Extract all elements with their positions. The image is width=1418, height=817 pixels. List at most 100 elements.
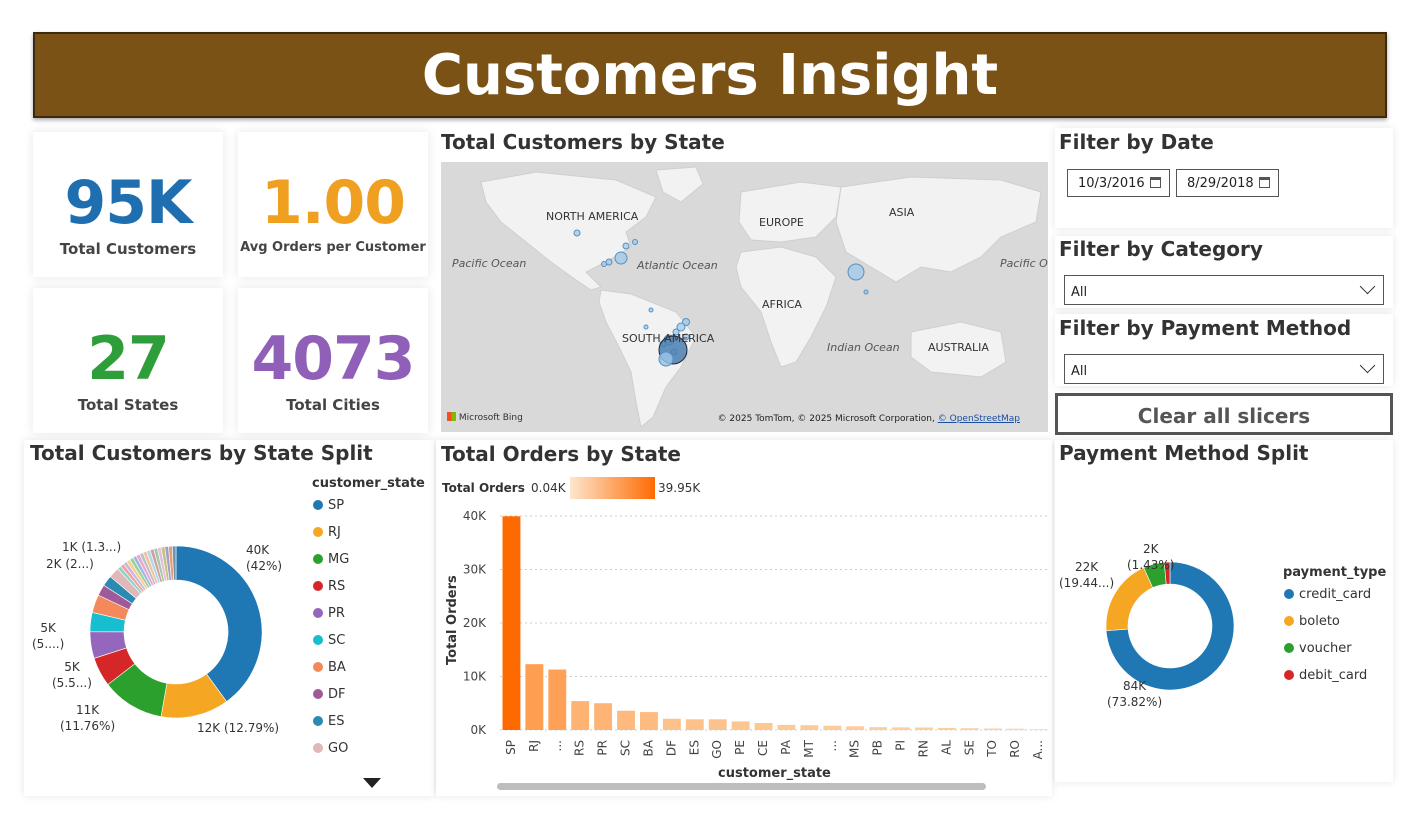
legend-dot-icon (313, 527, 323, 537)
payment-split-chart[interactable] (1100, 556, 1240, 696)
legend-dot-icon (313, 743, 323, 753)
bar-mark[interactable] (800, 725, 819, 730)
state-legend-title: customer_state (312, 476, 425, 491)
state-legend-item-es[interactable]: ES (313, 714, 344, 729)
legend-dot-icon (313, 635, 323, 645)
orders-horizontal-scrollbar[interactable] (497, 783, 986, 790)
state-legend-label: RS (328, 579, 346, 594)
legend-dot-icon (313, 689, 323, 699)
payment-legend-item-boleto[interactable]: boleto (1284, 614, 1340, 629)
date-filter-title: Filter by Date (1059, 130, 1214, 154)
bar-mark[interactable] (937, 727, 956, 730)
state-legend-item-go[interactable]: GO (313, 741, 348, 756)
bar-mark[interactable] (823, 725, 842, 730)
payment-legend-label: voucher (1299, 641, 1352, 656)
bar-mark[interactable] (594, 703, 613, 730)
payment-label-credit: 84K (73.82%) (1107, 679, 1163, 709)
state-split-title: Total Customers by State Split (30, 441, 373, 465)
state-legend-item-sp[interactable]: SP (313, 498, 344, 513)
state-legend-label: DF (328, 687, 346, 702)
state-legend-item-rj[interactable]: RJ (313, 525, 341, 540)
bar-mark[interactable] (915, 727, 933, 730)
legend-dot-icon (313, 662, 323, 672)
payment-select[interactable]: All (1064, 354, 1384, 384)
bar-xtick-label: CE (756, 740, 770, 756)
bar-mark[interactable] (1006, 728, 1025, 730)
chevron-down-icon[interactable] (1359, 357, 1376, 374)
bar-xtick-label: RN (916, 740, 930, 757)
state-legend-item-df[interactable]: DF (313, 687, 346, 702)
payment-filter-title: Filter by Payment Method (1059, 316, 1352, 340)
calendar-icon[interactable] (1150, 177, 1161, 188)
bar-mark[interactable] (846, 726, 865, 730)
kpi-total-states-value: 27 (87, 324, 170, 394)
kpi-total-states: 27 Total States (33, 288, 223, 433)
state-legend-item-ba[interactable]: BA (313, 660, 346, 675)
state-legend-item-pr[interactable]: PR (313, 606, 345, 621)
bar-xtick-label: DF (664, 740, 678, 756)
bar-xtick-label: ... (825, 740, 839, 751)
bar-mark[interactable] (983, 728, 1002, 730)
bar-mark[interactable] (502, 516, 521, 730)
kpi-total-cities-label: Total Cities (286, 396, 380, 414)
calendar-icon[interactable] (1259, 177, 1270, 188)
bar-mark[interactable] (685, 719, 704, 730)
map-label-europe: EUROPE (759, 216, 804, 229)
bar-xtick-label: PB (871, 740, 885, 755)
bar-mark[interactable] (777, 724, 796, 730)
state-legend-item-sc[interactable]: SC (313, 633, 345, 648)
bar-mark[interactable] (960, 728, 979, 730)
orders-legend-min: 0.04K (531, 481, 566, 495)
legend-scroll-down-icon[interactable] (363, 778, 381, 788)
kpi-avg-orders-label: Avg Orders per Customer (240, 240, 426, 255)
bar-xtick-label: MS (848, 740, 862, 758)
bar-xtick-label: ES (687, 740, 701, 755)
state-label-sp: 40K (42%) (246, 543, 283, 573)
bar-mark[interactable] (640, 712, 658, 730)
bar-xtick-label: AL (939, 740, 953, 755)
kpi-total-states-label: Total States (77, 396, 179, 414)
bar-mark[interactable] (617, 710, 635, 730)
bar-mark[interactable] (571, 701, 590, 730)
payment-label-boleto: 22K (19.44...) (1059, 560, 1115, 590)
legend-dot-icon (1284, 616, 1294, 626)
map-ocean-pacific-east: Pacific Oc (1000, 257, 1048, 270)
payment-label-debit: 2K (1.43%) (1127, 542, 1175, 572)
state-legend-item-rs[interactable]: RS (313, 579, 345, 594)
map-bing-logo: Microsoft Bing (447, 412, 523, 423)
orders-legend-max: 39.95K (658, 481, 701, 495)
map-attribution-link[interactable]: © OpenStreetMap (938, 414, 1020, 424)
bar-mark[interactable] (708, 719, 727, 730)
bar-xtick-label: SE (962, 740, 976, 755)
payment-legend-label: boleto (1299, 614, 1340, 629)
customers-map[interactable]: NORTH AMERICA EUROPE ASIA AFRICA SOUTH A… (441, 162, 1048, 432)
state-split-chart[interactable] (80, 530, 270, 730)
date-end-value: 8/29/2018 (1187, 176, 1254, 191)
bar-mark[interactable] (548, 669, 567, 730)
date-start-input[interactable]: 10/3/2016 (1067, 169, 1170, 197)
bar-mark[interactable] (662, 718, 681, 730)
bar-xtick-label: PE (733, 740, 747, 755)
bar-mark[interactable] (1029, 729, 1048, 730)
payment-legend-item-voucher[interactable]: voucher (1284, 641, 1352, 656)
clear-slicers-button[interactable]: Clear all slicers (1055, 393, 1393, 435)
bar-mark[interactable] (731, 721, 750, 730)
bar-mark[interactable] (869, 727, 888, 730)
map-land (480, 166, 1042, 428)
legend-dot-icon (313, 581, 323, 591)
payment-legend-item-credit-card[interactable]: credit_card (1284, 587, 1371, 602)
payment-legend-item-debit-card[interactable]: debit_card (1284, 668, 1367, 683)
map-ocean-indian: Indian Ocean (827, 341, 900, 354)
state-legend-label: PR (328, 606, 345, 621)
map-label-north-america: NORTH AMERICA (546, 210, 639, 223)
date-end-input[interactable]: 8/29/2018 (1176, 169, 1279, 197)
bar-ytick-label: 0K (470, 723, 487, 737)
bar-mark[interactable] (892, 727, 910, 730)
chevron-down-icon[interactable] (1359, 278, 1376, 295)
payment-legend-label: credit_card (1299, 587, 1372, 602)
category-select[interactable]: All (1064, 275, 1384, 305)
bar-mark[interactable] (754, 723, 773, 730)
orders-bar-chart[interactable]: SP RJ... RS PR SC BA DF ES GO PE CE PA MT... MS PB PI RN… (436, 500, 1052, 790)
bar-mark[interactable] (525, 664, 544, 730)
state-legend-item-mg[interactable]: MG (313, 552, 349, 567)
